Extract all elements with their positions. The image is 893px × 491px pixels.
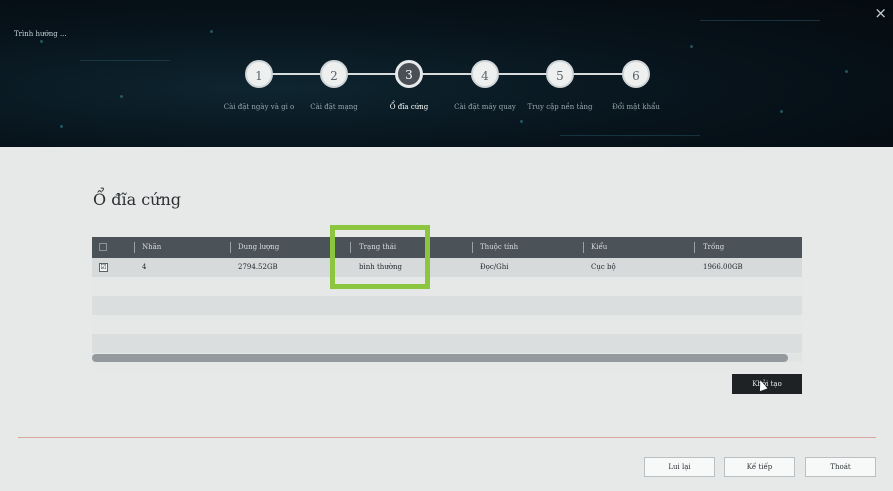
column-separator <box>694 242 695 253</box>
column-header-capacity[interactable]: Dung lượng <box>238 237 279 258</box>
step-connector <box>498 73 548 75</box>
table-header: Nhãn Dung lượng Trạng thái Thuộc tính Ki… <box>92 237 802 258</box>
horizontal-scrollbar[interactable] <box>92 354 802 362</box>
step-3-label: Ổ đĩa cứng <box>389 103 429 111</box>
status-highlight-box <box>330 225 430 289</box>
wizard-steps: 1 2 3 4 5 6 Cài đặt ngày và gi o Cài đặt… <box>0 0 893 147</box>
scrollbar-thumb[interactable] <box>92 354 788 362</box>
column-separator <box>472 242 473 253</box>
step-connector <box>422 73 472 75</box>
step-connector <box>573 73 623 75</box>
column-separator <box>230 242 231 253</box>
step-connector <box>271 73 321 75</box>
footer-divider <box>18 437 876 438</box>
column-separator <box>583 242 584 253</box>
step-5-label: Truy cập nền tảng <box>527 103 593 111</box>
table-row[interactable]: ☑ 4 2794.52GB bình thường Đọc/Ghi Cục bộ… <box>92 258 802 277</box>
exit-button[interactable]: Thoát <box>805 457 876 477</box>
step-4-label: Cài đặt máy quay <box>454 103 516 111</box>
init-button[interactable]: Khởi tạo <box>732 374 802 394</box>
step-2-label: Cài đặt mạng <box>310 103 358 111</box>
column-header-property[interactable]: Thuộc tính <box>480 237 518 258</box>
select-all-checkbox[interactable] <box>99 243 107 251</box>
column-separator <box>134 242 135 253</box>
step-6-label: Đổi mật khẩu <box>612 103 660 111</box>
step-1-circle[interactable]: 1 <box>245 60 273 88</box>
checkbox-icon[interactable]: ☑ <box>99 263 108 272</box>
column-header-label[interactable]: Nhãn <box>142 237 161 258</box>
hdd-table: Nhãn Dung lượng Trạng thái Thuộc tính Ki… <box>92 237 802 372</box>
step-connector <box>347 73 397 75</box>
cell-capacity: 2794.52GB <box>238 263 278 271</box>
cell-free: 1966.00GB <box>703 263 743 271</box>
empty-row <box>92 277 802 296</box>
step-5-circle[interactable]: 5 <box>546 60 574 88</box>
step-1-label: Cài đặt ngày và gi o <box>223 103 295 111</box>
empty-row <box>92 315 802 334</box>
cell-type: Cục bộ <box>591 263 616 271</box>
step-2-circle[interactable]: 2 <box>320 60 348 88</box>
column-header-free[interactable]: Trống <box>703 237 724 258</box>
cell-label: 4 <box>142 263 147 271</box>
empty-row <box>92 296 802 315</box>
wizard-header: Trình hướng ... × 1 2 3 4 5 6 Cài đặt ng… <box>0 0 893 147</box>
column-header-type[interactable]: Kiểu <box>591 237 607 258</box>
cell-property: Đọc/Ghi <box>480 263 509 271</box>
back-button[interactable]: Lui lại <box>644 457 715 477</box>
step-4-circle[interactable]: 4 <box>471 60 499 88</box>
empty-row <box>92 334 802 353</box>
page-title: Ổ đĩa cứng <box>93 190 181 209</box>
step-6-circle[interactable]: 6 <box>622 60 650 88</box>
next-button[interactable]: Kế tiếp <box>724 457 795 477</box>
step-3-circle[interactable]: 3 <box>395 60 423 88</box>
